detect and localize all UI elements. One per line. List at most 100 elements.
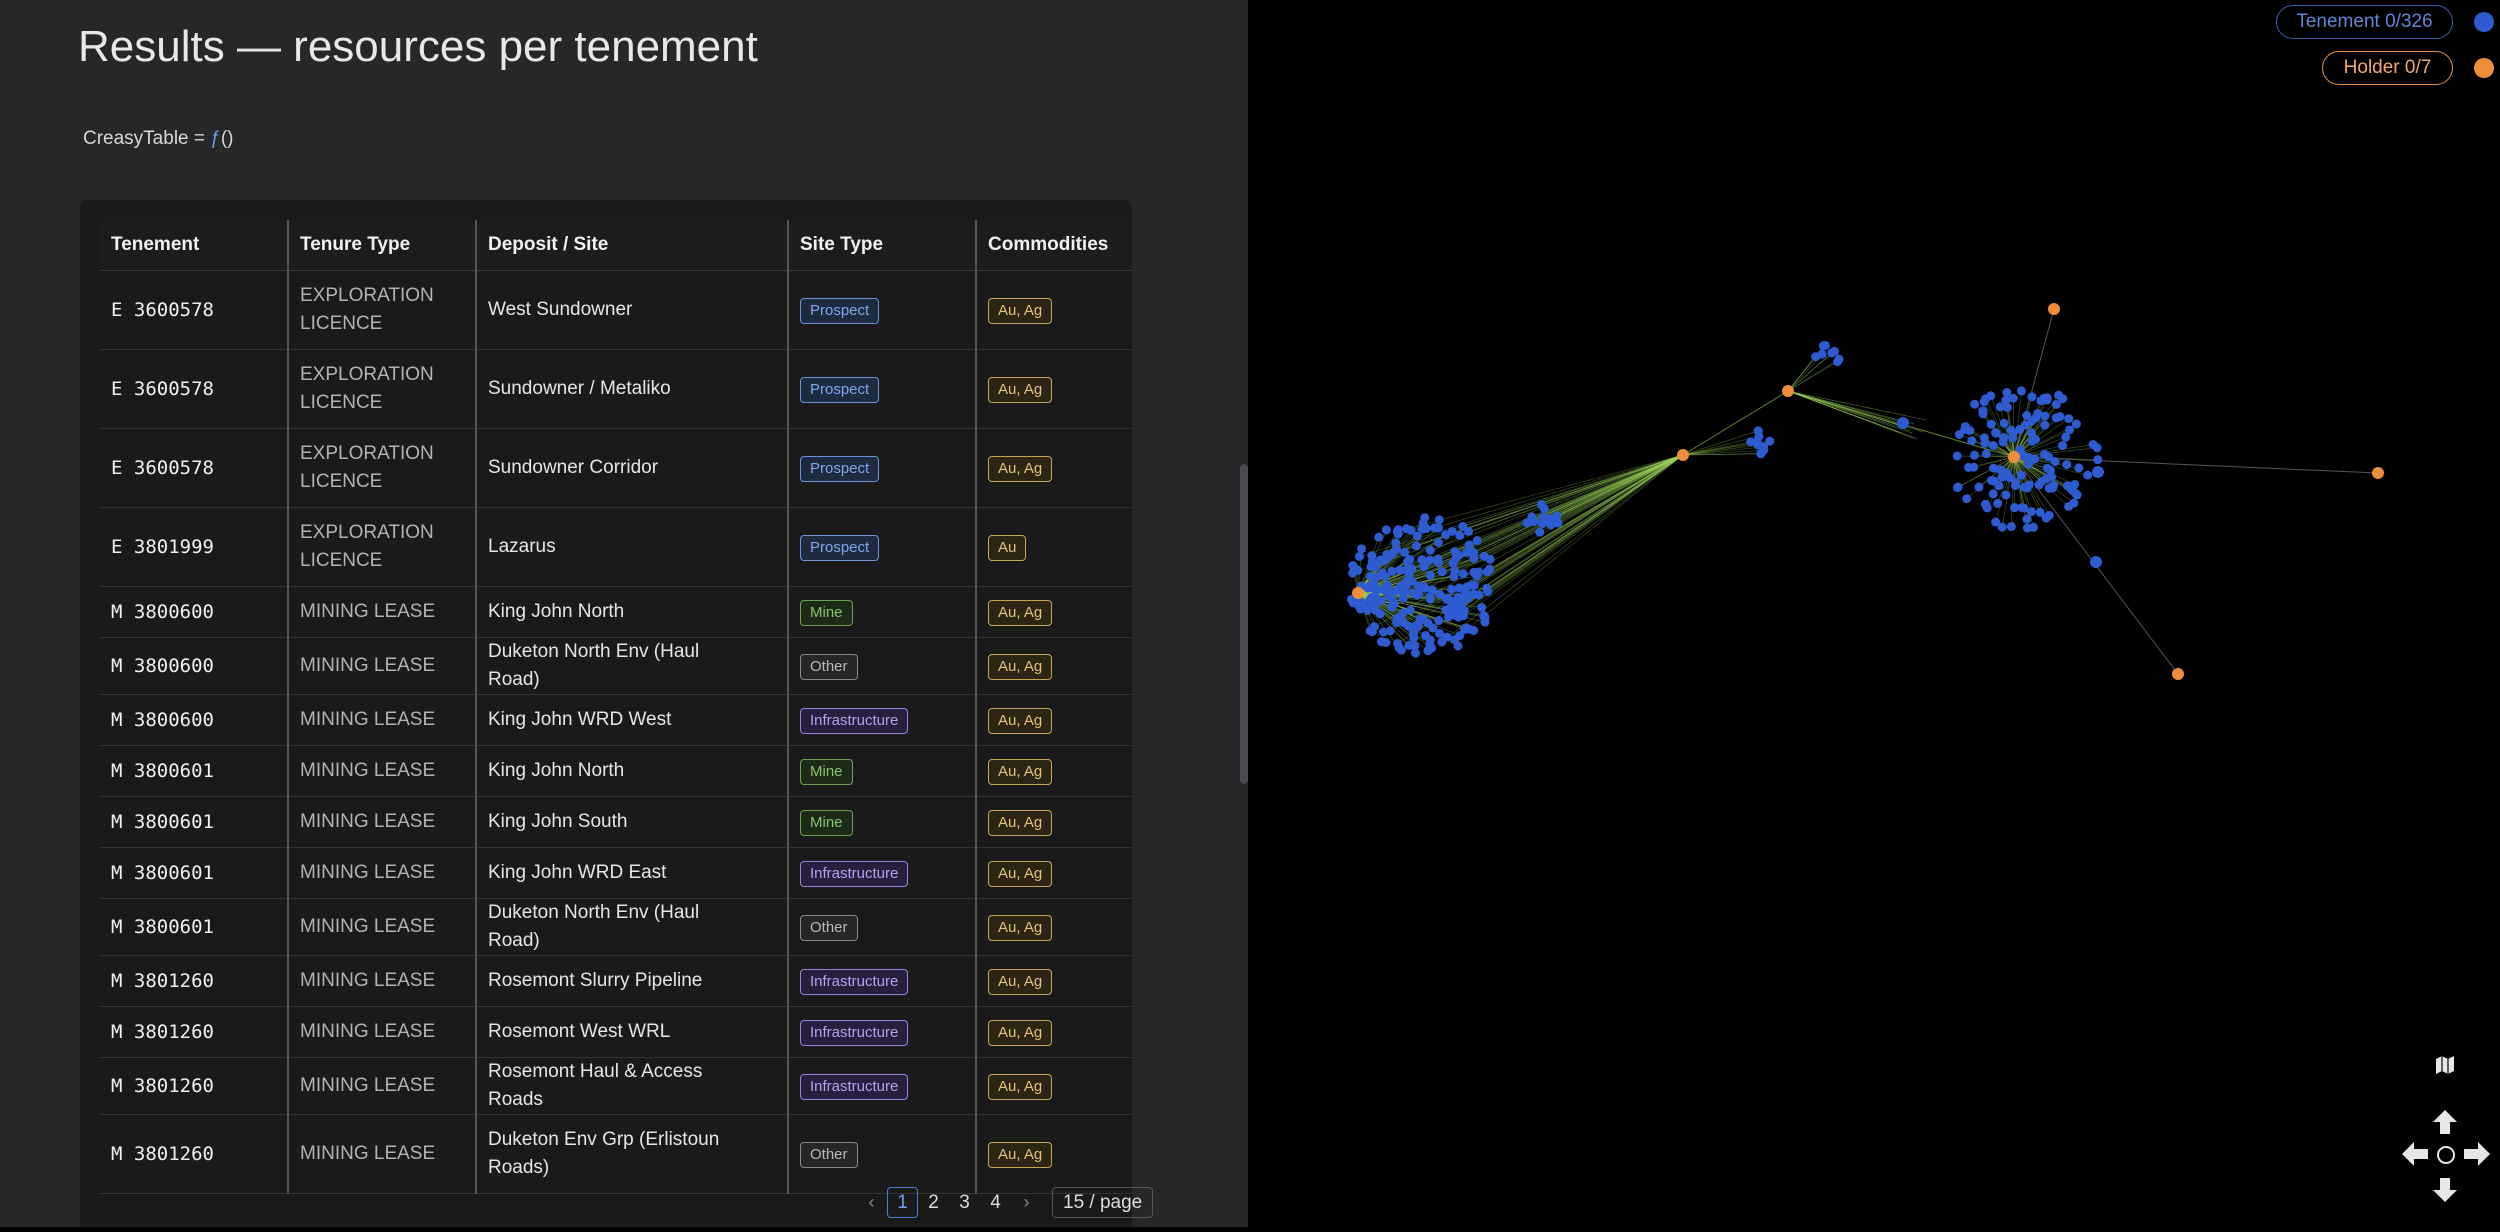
table-row[interactable]: M 3801260MINING LEASEDuketon Env Grp (Er…: [100, 1114, 1132, 1193]
tenement-node[interactable]: [1982, 449, 1991, 458]
tenement-node[interactable]: [1756, 449, 1765, 458]
tenement-node[interactable]: [1535, 528, 1544, 537]
tenement-node[interactable]: [1453, 593, 1462, 602]
tenement-node[interactable]: [1363, 606, 1372, 615]
network-graph-canvas[interactable]: [1248, 0, 2500, 1227]
tenement-node[interactable]: [1450, 566, 1459, 575]
tenement-node[interactable]: [1989, 464, 1998, 473]
tenement-node[interactable]: [1366, 572, 1375, 581]
tenement-node[interactable]: [1978, 406, 1987, 415]
tenement-node[interactable]: [1989, 489, 1998, 498]
arrow-right-icon[interactable]: [2462, 1140, 2492, 1168]
tenement-node[interactable]: [1405, 569, 1414, 578]
tenement-node[interactable]: [1830, 347, 1839, 356]
table-row[interactable]: E 3801999EXPLORATION LICENCELazarusProsp…: [100, 507, 1132, 586]
table-row[interactable]: M 3801260MINING LEASERosemont Slurry Pip…: [100, 955, 1132, 1006]
tenement-node[interactable]: [1483, 587, 1492, 596]
table-row[interactable]: M 3800600MINING LEASEKing John WRD WestI…: [100, 694, 1132, 745]
tenement-node[interactable]: [1819, 341, 1828, 350]
tenement-node[interactable]: [2027, 392, 2036, 401]
tenement-node[interactable]: [1404, 622, 1413, 631]
tenement-node[interactable]: [2042, 474, 2051, 483]
tenement-node[interactable]: [2028, 437, 2037, 446]
tenement-node[interactable]: [1994, 481, 2003, 490]
tenement-node[interactable]: [2064, 502, 2073, 511]
tenement-node[interactable]: [1405, 555, 1414, 564]
tenement-node[interactable]: [2058, 441, 2067, 450]
tenement-node[interactable]: [1468, 581, 1477, 590]
tenement-node[interactable]: [1421, 631, 1430, 640]
tenement-node[interactable]: [1455, 583, 1464, 592]
legend-holder-toggle[interactable]: Holder 0/7: [2322, 51, 2453, 85]
tenement-node[interactable]: [1377, 637, 1386, 646]
tenement-node[interactable]: [2073, 491, 2082, 500]
network-graph[interactable]: [1248, 0, 2500, 1227]
tenement-node[interactable]: [2003, 403, 2012, 412]
tenement-node[interactable]: [2043, 464, 2052, 473]
next-page-button[interactable]: ›: [1011, 1187, 1042, 1218]
tenement-node[interactable]: [2017, 471, 2026, 480]
tenement-node[interactable]: [2010, 503, 2019, 512]
table-row[interactable]: E 3600578EXPLORATION LICENCESundowner / …: [100, 349, 1132, 428]
tenement-node[interactable]: [1383, 588, 1392, 597]
tenement-node[interactable]: [1477, 603, 1486, 612]
tenement-node[interactable]: [2052, 413, 2061, 422]
table-row[interactable]: E 3600578EXPLORATION LICENCEWest Sundown…: [100, 270, 1132, 349]
tenement-node[interactable]: [1552, 511, 1561, 520]
holder-node[interactable]: [1352, 587, 1364, 599]
tenement-node[interactable]: [1970, 400, 1979, 409]
tenement-node[interactable]: [2092, 466, 2104, 478]
tenement-node[interactable]: [1420, 584, 1429, 593]
tenement-node[interactable]: [1833, 357, 1842, 366]
tenement-node[interactable]: [2029, 523, 2038, 532]
holder-node[interactable]: [2008, 451, 2020, 463]
tenement-node[interactable]: [1430, 523, 1439, 532]
tenement-node[interactable]: [2009, 394, 2018, 403]
tenement-node[interactable]: [1386, 626, 1395, 635]
tenement-node[interactable]: [1393, 639, 1402, 648]
table-row[interactable]: M 3801260MINING LEASERosemont West WRLIn…: [100, 1006, 1132, 1057]
tenement-node[interactable]: [1426, 546, 1435, 555]
tenement-node[interactable]: [1441, 530, 1450, 539]
tenement-node[interactable]: [2022, 411, 2031, 420]
map-icon[interactable]: [2434, 1054, 2456, 1076]
tenement-node[interactable]: [2093, 455, 2102, 464]
tenement-node[interactable]: [1546, 521, 1555, 530]
table-row[interactable]: M 3801260MINING LEASERosemont Haul & Acc…: [100, 1057, 1132, 1114]
vertical-scrollbar[interactable]: [1240, 464, 1248, 784]
tenement-node[interactable]: [1365, 582, 1374, 591]
tenement-node[interactable]: [1962, 494, 1971, 503]
tenement-node[interactable]: [1411, 649, 1420, 658]
tenement-node[interactable]: [2040, 450, 2049, 459]
tenement-node[interactable]: [2045, 484, 2054, 493]
tenement-node[interactable]: [1387, 603, 1396, 612]
tenement-node[interactable]: [1382, 525, 1391, 534]
code-cell[interactable]: CreasyTable = ƒ(): [83, 128, 234, 150]
tenement-node[interactable]: [1986, 391, 1995, 400]
tenement-node[interactable]: [1469, 548, 1478, 557]
tenement-node[interactable]: [1981, 500, 1990, 509]
arrow-down-icon[interactable]: [2430, 1176, 2460, 1204]
tenement-node[interactable]: [2001, 490, 2010, 499]
tenement-node[interactable]: [2036, 396, 2045, 405]
tenement-node[interactable]: [1420, 513, 1429, 522]
tenement-node[interactable]: [1412, 541, 1421, 550]
tenement-node[interactable]: [1980, 433, 1989, 442]
tenement-node[interactable]: [2040, 421, 2049, 430]
tenement-node[interactable]: [1746, 437, 1755, 446]
tenement-node[interactable]: [1447, 585, 1456, 594]
tenement-node[interactable]: [1993, 499, 2002, 508]
tenement-node[interactable]: [1408, 588, 1417, 597]
table-row[interactable]: E 3600578EXPLORATION LICENCESundowner Co…: [100, 428, 1132, 507]
tenement-node[interactable]: [1433, 555, 1442, 564]
table-row[interactable]: M 3800601MINING LEASEDuketon North Env (…: [100, 898, 1132, 955]
tenement-node[interactable]: [1434, 538, 1443, 547]
prev-page-button[interactable]: ‹: [856, 1187, 887, 1218]
tenement-node[interactable]: [1967, 436, 1976, 445]
tenement-node[interactable]: [1376, 609, 1385, 618]
page-3-button[interactable]: 3: [949, 1187, 980, 1218]
tenement-node[interactable]: [1540, 504, 1549, 513]
tenement-node[interactable]: [2027, 428, 2036, 437]
tenement-node[interactable]: [1991, 518, 2000, 527]
tenement-node[interactable]: [1377, 596, 1386, 605]
